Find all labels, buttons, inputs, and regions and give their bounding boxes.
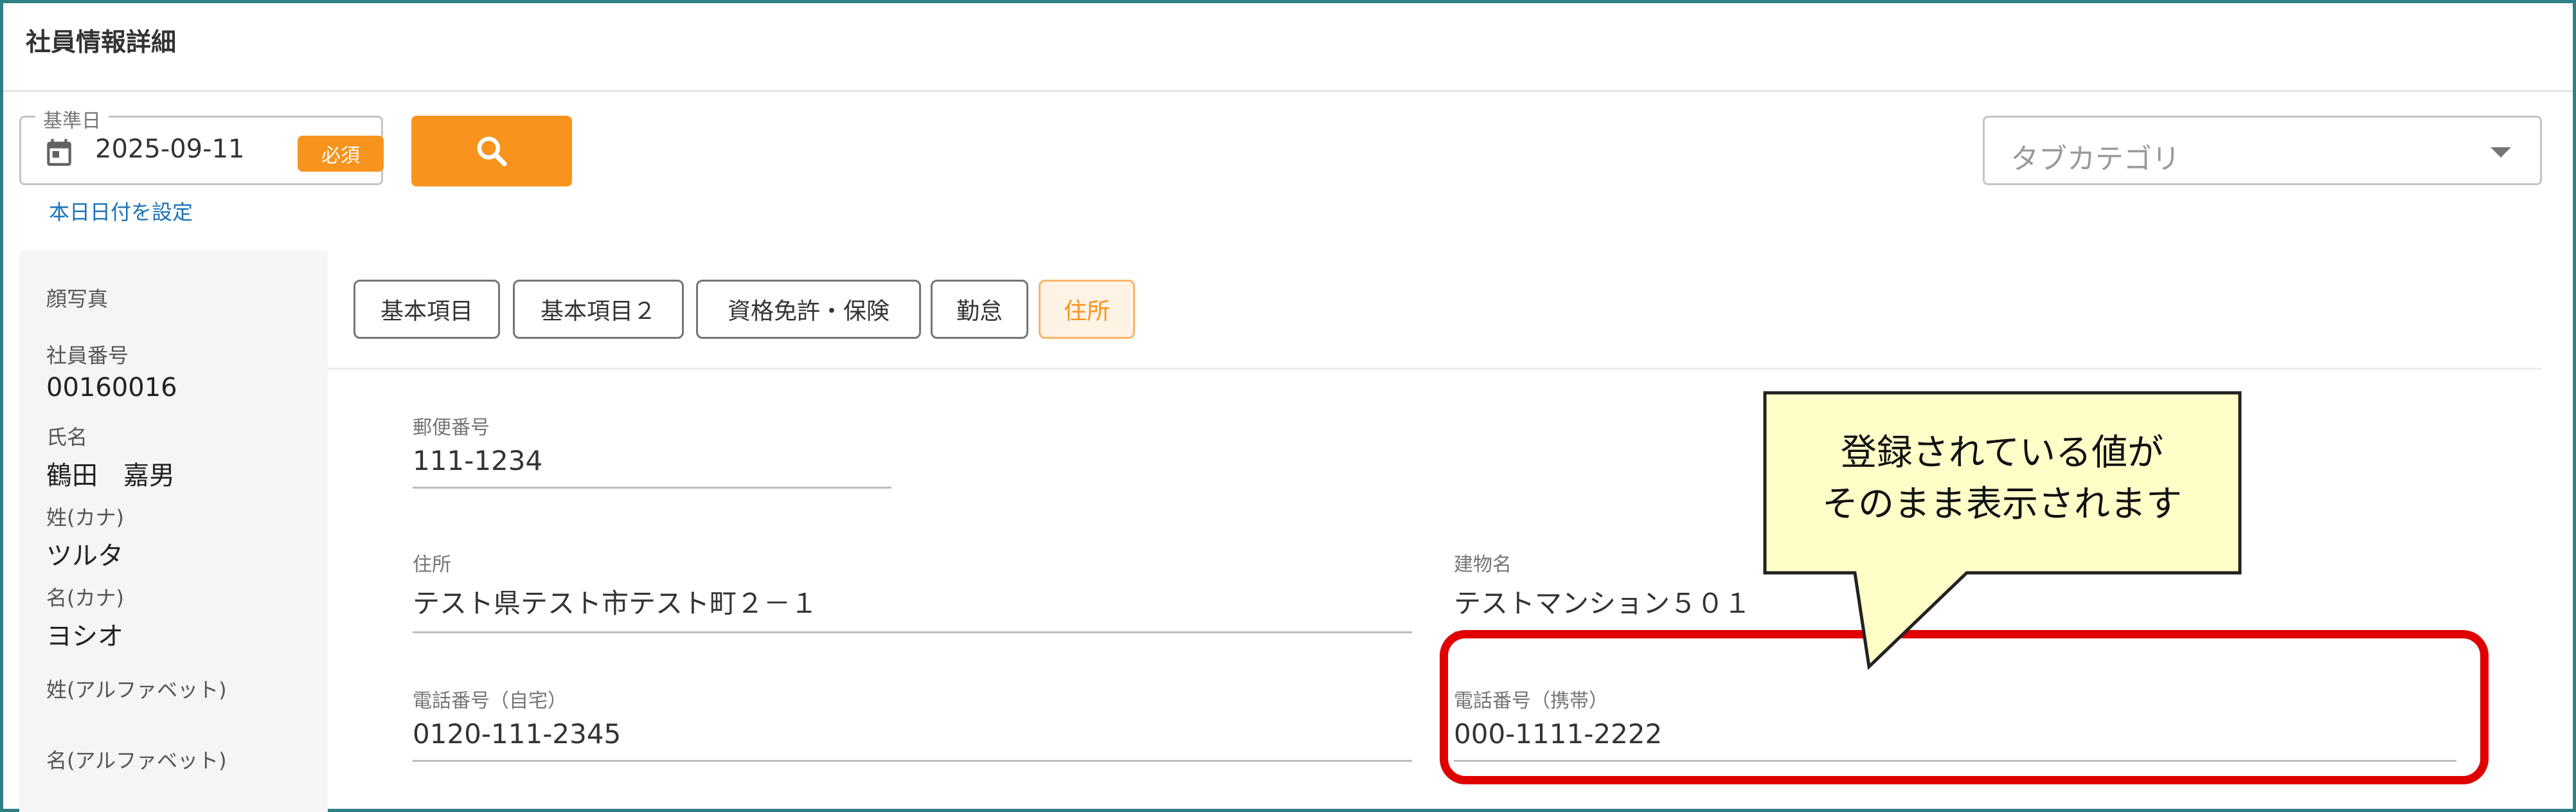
kana-first-label: 名(カナ) xyxy=(46,586,124,610)
employee-number-row: 社員番号 00160016 xyxy=(46,339,177,402)
employee-number-value: 00160016 xyxy=(46,373,177,402)
search-icon xyxy=(477,136,507,167)
base-date-label: 基準日 xyxy=(35,105,109,133)
kana-last-row: 姓(カナ) ツルタ xyxy=(46,501,124,572)
page-header: 社員情報詳細 xyxy=(3,3,2573,92)
tab-basic-2[interactable]: 基本項目２ xyxy=(513,280,684,339)
kana-last-value: ツルタ xyxy=(46,541,123,571)
kana-first-value: ヨシオ xyxy=(46,622,123,651)
postal-code-label: 郵便番号 xyxy=(413,417,490,439)
dropdown-arrow-icon xyxy=(2491,147,2511,158)
alpha-first-row: 名(アルファベット) xyxy=(46,744,227,774)
base-date-field[interactable]: 基準日 2025-09-11 必須 xyxy=(19,105,384,185)
employee-name-row: 氏名 鶴田 嘉男 xyxy=(46,421,175,492)
alpha-last-row: 姓(アルファベット) xyxy=(46,674,227,703)
postal-code-value: 111-1234 xyxy=(413,445,891,489)
employee-number-label: 社員番号 xyxy=(46,343,129,368)
photo-label: 顔写真 xyxy=(46,287,109,311)
tab-address[interactable]: 住所 xyxy=(1039,280,1135,339)
tab-category-placeholder: タブカテゴリ xyxy=(2010,143,2180,176)
kana-first-row: 名(カナ) ヨシオ xyxy=(46,582,124,653)
phone-home-field: 電話番号（自宅） 0120-111-2345 xyxy=(413,685,1412,762)
base-date-value[interactable]: 2025-09-11 xyxy=(95,134,244,164)
callout-line-1: 登録されている値が xyxy=(1840,432,2164,474)
postal-code-field: 郵便番号 111-1234 xyxy=(413,411,891,489)
phone-home-label: 電話番号（自宅） xyxy=(413,690,567,712)
calendar-icon[interactable] xyxy=(43,136,75,169)
callout-line-2: そのまま表示されます xyxy=(1822,483,2182,525)
employee-name-value: 鶴田 嘉男 xyxy=(46,461,175,491)
set-today-link[interactable]: 本日日付を設定 xyxy=(49,196,193,226)
tab-bar: 基本項目 基本項目２ 資格免許・保険 勤怠 住所 xyxy=(328,251,2542,370)
address-label: 住所 xyxy=(413,554,451,576)
alpha-last-label: 姓(アルファベット) xyxy=(46,678,227,702)
tab-basic[interactable]: 基本項目 xyxy=(353,280,500,339)
tab-attendance[interactable]: 勤怠 xyxy=(931,280,1028,339)
employee-name-label: 氏名 xyxy=(46,425,88,449)
photo-row: 顔写真 xyxy=(46,283,108,312)
employee-summary-panel: 顔写真 社員番号 00160016 氏名 鶴田 嘉男 姓(カナ) ツルタ 名(カ… xyxy=(19,251,328,812)
address-field: 住所 テスト県テスト市テスト町２－１ xyxy=(413,548,1412,633)
search-button[interactable] xyxy=(411,116,572,186)
tab-category-select[interactable]: タブカテゴリ xyxy=(1983,116,2542,185)
address-value: テスト県テスト市テスト町２－１ xyxy=(413,582,1412,633)
callout-text: 登録されている値が そのまま表示されます xyxy=(1771,428,2233,530)
tab-qualifications[interactable]: 資格免許・保険 xyxy=(696,280,921,339)
alpha-first-label: 名(アルファベット) xyxy=(46,748,227,773)
required-badge: 必須 xyxy=(298,136,384,172)
phone-home-value: 0120-111-2345 xyxy=(413,718,1412,762)
kana-last-label: 姓(カナ) xyxy=(46,505,124,530)
page-title: 社員情報詳細 xyxy=(26,28,177,57)
